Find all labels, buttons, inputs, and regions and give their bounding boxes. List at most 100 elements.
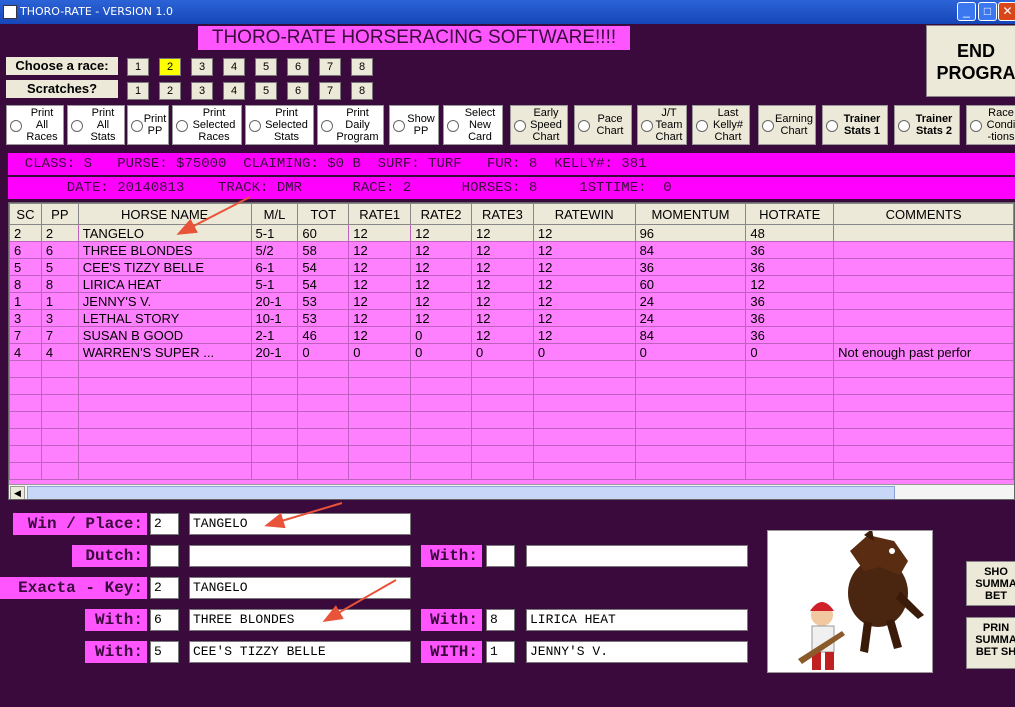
with1-number-field[interactable]: 6 xyxy=(150,609,179,631)
radio-icon[interactable] xyxy=(176,120,188,132)
scratch-button-6[interactable]: 6 xyxy=(287,82,309,100)
horizontal-scrollbar[interactable]: ◀ xyxy=(9,484,1014,499)
race-button-2[interactable]: 2 xyxy=(159,58,181,76)
option-5[interactable]: Print Daily Program xyxy=(317,105,384,145)
close-icon[interactable]: ✕ xyxy=(998,2,1015,21)
with2-horse-field[interactable]: LIRICA HEAT xyxy=(526,609,748,631)
race-button-1[interactable]: 1 xyxy=(127,58,149,76)
option-4[interactable]: Print Selected Stats xyxy=(245,105,314,145)
column-header[interactable]: HORSE NAME xyxy=(77,203,252,225)
table-row[interactable] xyxy=(9,411,1014,429)
option-9[interactable]: Pace Chart xyxy=(574,105,632,145)
dutch-horse-field[interactable] xyxy=(189,545,411,567)
table-row[interactable]: 1 1 JENNY'S V. 20-1 53 12 12 12 12 24 36 xyxy=(9,292,1014,310)
scroll-left-icon[interactable]: ◀ xyxy=(10,486,25,499)
table-row[interactable] xyxy=(9,445,1014,463)
table-row[interactable]: 3 3 LETHAL STORY 10-1 53 12 12 12 12 24 36 xyxy=(9,309,1014,327)
radio-icon[interactable] xyxy=(898,120,910,132)
option-1[interactable]: Print All Stats xyxy=(67,105,125,145)
with3-horse-field[interactable]: CEE'S TIZZY BELLE xyxy=(189,641,411,663)
column-header[interactable]: TOT xyxy=(297,203,350,225)
scratch-button-4[interactable]: 4 xyxy=(223,82,245,100)
race-button-7[interactable]: 7 xyxy=(319,58,341,76)
option-2[interactable]: Print PP xyxy=(127,105,169,145)
radio-icon[interactable] xyxy=(826,120,838,132)
column-header[interactable]: PP xyxy=(40,203,79,225)
option-10[interactable]: J/T Team Chart xyxy=(637,105,687,145)
table-row[interactable]: 8 8 LIRICA HEAT 5-1 54 12 12 12 12 60 12 xyxy=(9,275,1014,293)
option-14[interactable]: Trainer Stats 2 xyxy=(894,105,960,145)
radio-icon[interactable] xyxy=(970,120,982,132)
option-13[interactable]: Trainer Stats 1 xyxy=(822,105,888,145)
table-row[interactable]: 6 6 THREE BLONDES 5/2 58 12 12 12 12 84 36 xyxy=(9,241,1014,259)
column-header[interactable]: COMMENTS xyxy=(833,203,1014,225)
table-row[interactable] xyxy=(9,394,1014,412)
scroll-thumb[interactable] xyxy=(27,486,895,499)
column-header[interactable]: SC xyxy=(9,203,42,225)
scratch-button-8[interactable]: 8 xyxy=(351,82,373,100)
with1-horse-field[interactable]: THREE BLONDES xyxy=(189,609,411,631)
race-button-6[interactable]: 6 xyxy=(287,58,309,76)
column-header[interactable]: MOMENTUM xyxy=(634,203,747,225)
option-0[interactable]: Print All Races xyxy=(6,105,64,145)
scratch-button-7[interactable]: 7 xyxy=(319,82,341,100)
option-8[interactable]: Early Speed Chart xyxy=(510,105,568,145)
table-row[interactable]: 5 5 CEE'S TIZZY BELLE 6-1 54 12 12 12 12 36 36 xyxy=(9,258,1014,276)
scratch-button-1[interactable]: 1 xyxy=(127,82,149,100)
radio-icon[interactable] xyxy=(514,120,526,132)
scratch-button-3[interactable]: 3 xyxy=(191,82,213,100)
radio-icon[interactable] xyxy=(393,120,405,132)
table-row[interactable] xyxy=(9,360,1014,378)
minimize-icon[interactable]: _ xyxy=(957,2,976,21)
exacta-horse-field[interactable]: TANGELO xyxy=(189,577,411,599)
with3-number-field[interactable]: 5 xyxy=(150,641,179,663)
table-row[interactable]: 4 4 WARREN'S SUPER ... 20-1 0 0 0 0 0 0 0 Not enoug… xyxy=(9,343,1014,361)
option-3[interactable]: Print Selected Races xyxy=(172,105,242,145)
race-button-8[interactable]: 8 xyxy=(351,58,373,76)
maximize-icon[interactable]: □ xyxy=(978,2,997,21)
dutch-number-field[interactable] xyxy=(150,545,179,567)
win-place-horse-field[interactable]: TANGELO xyxy=(189,513,411,535)
with2-number-field[interactable]: 8 xyxy=(486,609,515,631)
print-summary-bet-sheet-button[interactable]: PRIN SUMMA BET SH xyxy=(966,617,1015,669)
radio-icon[interactable] xyxy=(447,120,459,132)
radio-icon[interactable] xyxy=(696,120,708,132)
dutch-with-horse-field[interactable] xyxy=(526,545,748,567)
scratch-button-2[interactable]: 2 xyxy=(159,82,181,100)
radio-icon[interactable] xyxy=(578,120,590,132)
column-header[interactable]: M/L xyxy=(250,203,299,225)
table-row[interactable] xyxy=(9,462,1014,480)
radio-icon[interactable] xyxy=(249,120,261,132)
end-program-button[interactable]: END PROGRA xyxy=(926,25,1015,97)
radio-icon[interactable] xyxy=(641,120,653,132)
dutch-with-number-field[interactable] xyxy=(486,545,515,567)
with4-horse-field[interactable]: JENNY'S V. xyxy=(526,641,748,663)
race-button-5[interactable]: 5 xyxy=(255,58,277,76)
radio-icon[interactable] xyxy=(71,120,83,132)
race-button-3[interactable]: 3 xyxy=(191,58,213,76)
option-6[interactable]: Show PP xyxy=(389,105,439,145)
win-place-number-field[interactable]: 2 xyxy=(150,513,179,535)
column-header[interactable]: RATE1 xyxy=(348,203,412,225)
table-row[interactable]: 7 7 SUSAN B GOOD 2-1 46 12 0 12 12 84 36 xyxy=(9,326,1014,344)
radio-icon[interactable] xyxy=(131,120,143,132)
race-button-4[interactable]: 4 xyxy=(223,58,245,76)
with4-number-field[interactable]: 1 xyxy=(486,641,515,663)
column-header[interactable]: RATE3 xyxy=(470,203,534,225)
table-row[interactable] xyxy=(9,377,1014,395)
radio-icon[interactable] xyxy=(10,120,22,132)
column-header[interactable]: RATE2 xyxy=(410,203,472,225)
option-12[interactable]: Earning Chart xyxy=(758,105,816,145)
table-row[interactable] xyxy=(9,428,1014,446)
exacta-number-field[interactable]: 2 xyxy=(150,577,179,599)
column-header[interactable]: RATEWIN xyxy=(532,203,636,225)
column-header[interactable]: HOTRATE xyxy=(745,203,835,225)
option-11[interactable]: Last Kelly# Chart xyxy=(692,105,750,145)
table-row[interactable]: 2 2 TANGELO 5-1 60 12 12 12 12 96 48 xyxy=(9,224,1014,242)
show-summary-bet-button[interactable]: SHO SUMMA BET xyxy=(966,561,1015,606)
radio-icon[interactable] xyxy=(321,120,333,132)
option-7[interactable]: Select New Card xyxy=(443,105,503,145)
option-15[interactable]: Race Condi -tions xyxy=(966,105,1015,145)
radio-icon[interactable] xyxy=(762,120,774,132)
scratch-button-5[interactable]: 5 xyxy=(255,82,277,100)
